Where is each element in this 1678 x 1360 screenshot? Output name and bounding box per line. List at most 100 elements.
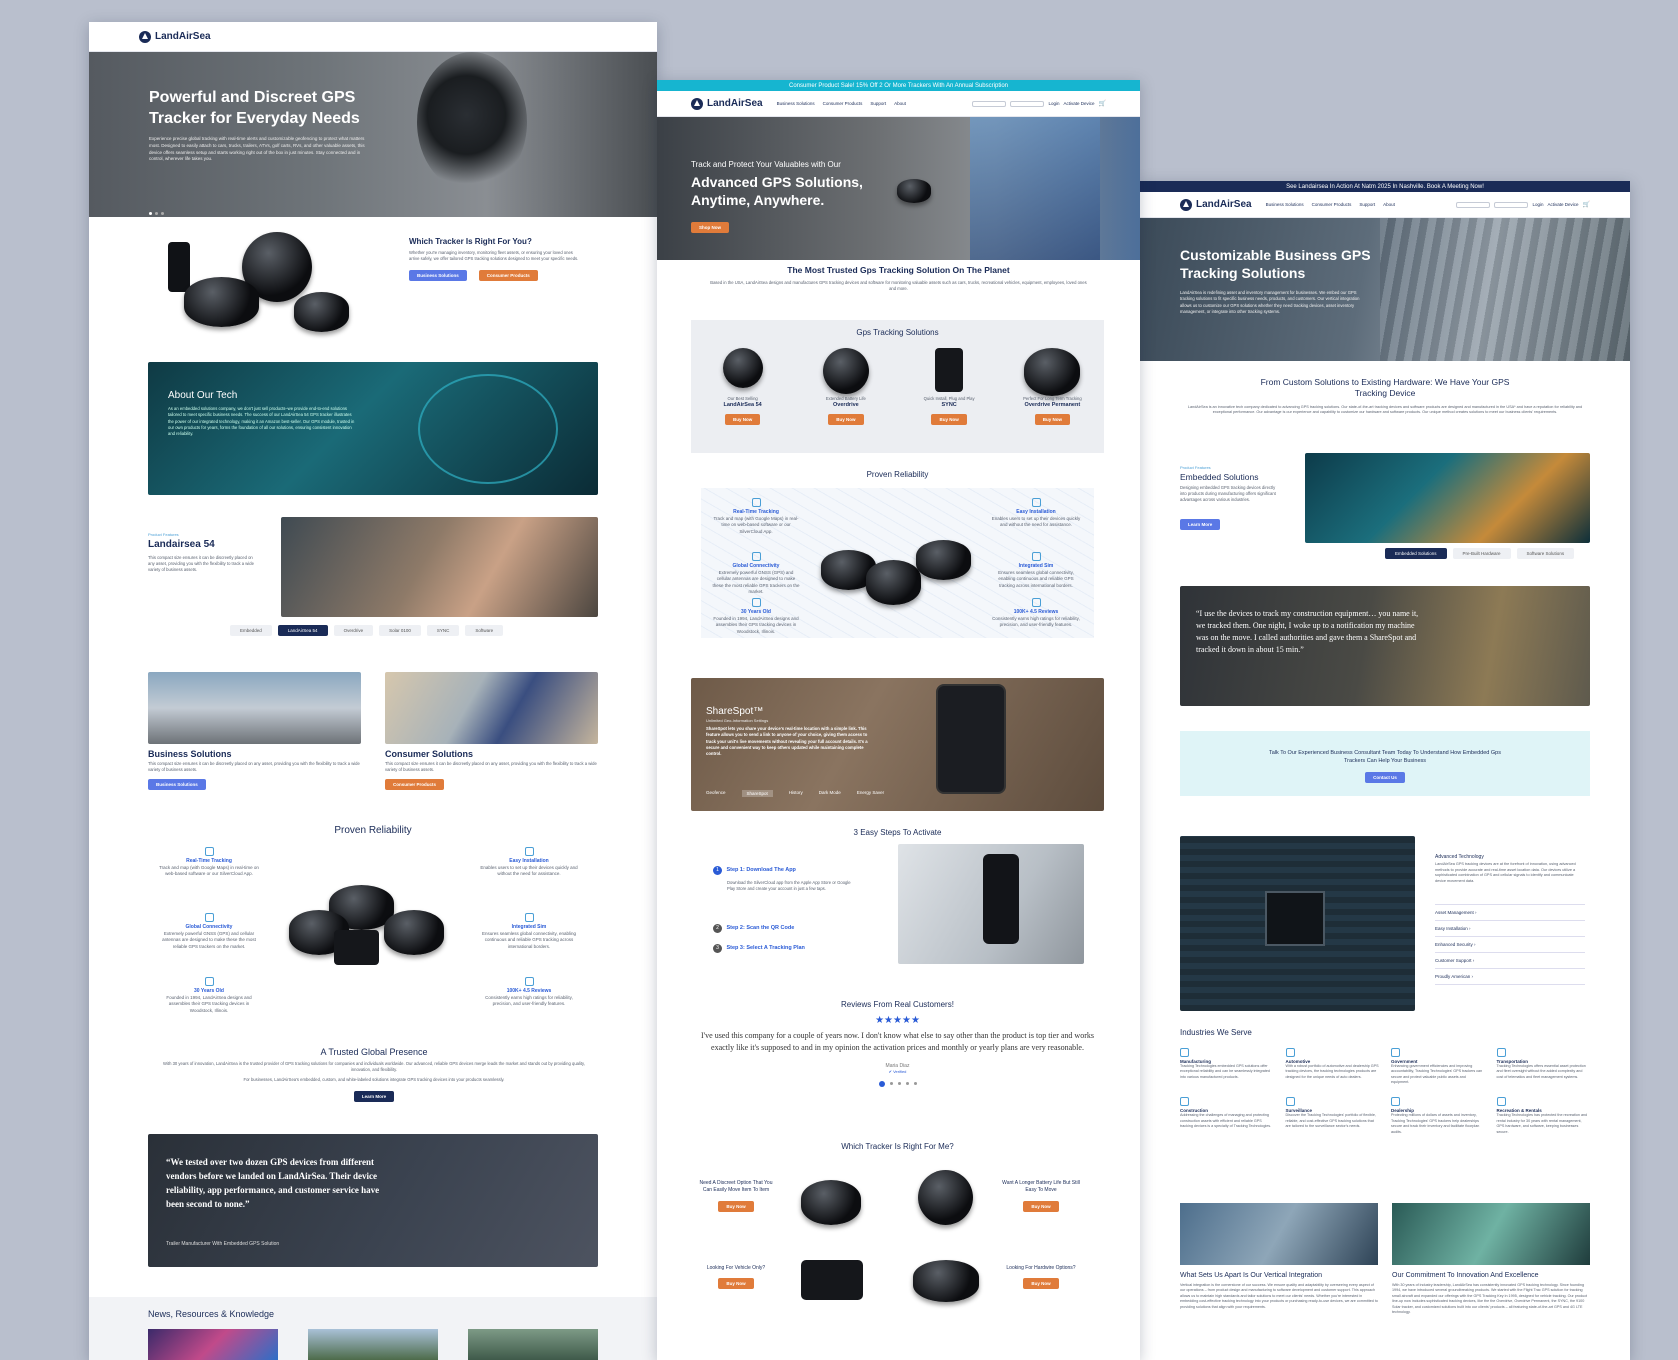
buy-permanent-button[interactable]: Buy Now	[1034, 414, 1070, 426]
buy-sync-button[interactable]: Buy Now	[931, 414, 967, 426]
sharespot-tab-geofence[interactable]: Geofence	[706, 790, 726, 797]
product-tab-software[interactable]: Software	[465, 625, 504, 636]
p3-nav-support[interactable]: Support	[1359, 202, 1375, 207]
p3-hero-body: LandAirSea is redefining asset and inven…	[1180, 290, 1360, 314]
product-tab-overdrive[interactable]: Overdrive	[333, 625, 374, 636]
feature-real-time-tracking: Real-Time Tracking Track and map (with Go…	[159, 847, 259, 878]
buy-ls54-button[interactable]: Buy Now	[724, 414, 761, 426]
learn-more-button[interactable]: Learn More	[353, 1091, 395, 1103]
discreet-buy-button[interactable]: Buy Now	[718, 1200, 754, 1212]
product-features-section: Product Features Landairsea 54 This comp…	[148, 517, 598, 637]
news-title: News, Resources & Knowledge	[148, 1309, 275, 1319]
industry-surveillance[interactable]: Surveillance Discover the Tracking Techno…	[1285, 1097, 1380, 1134]
rating-stars: ★★★★★	[875, 1015, 920, 1026]
nav-business[interactable]: Business Solutions	[777, 101, 815, 106]
battery-buy-button[interactable]: Buy Now	[1023, 1200, 1059, 1212]
hero-puck-image	[897, 179, 931, 203]
apart-title: What Sets Us Apart Is Our Vertical Integ…	[1180, 1272, 1323, 1279]
p3-event-banner[interactable]: See Landairsea In Action At Natm 2025 In…	[1140, 181, 1630, 192]
p2-navbar: LandAirSea Business Solutions Consumer P…	[657, 91, 1140, 117]
news-card-2-image[interactable]	[308, 1329, 438, 1360]
industry-transportation[interactable]: Transportation Tracking Technologies offe…	[1496, 1048, 1591, 1085]
sharespot-tab-energy[interactable]: Energy Saver	[857, 790, 884, 797]
hero-carousel-dots[interactable]	[149, 212, 164, 215]
p2-promo-banner[interactable]: Consumer Product Sale! 15% Off 2 Or More…	[657, 80, 1140, 91]
p2-feature-sim: Integrated Sim Ensures seamless global co…	[991, 552, 1081, 589]
p2-zip-input[interactable]	[1010, 100, 1045, 107]
product-tab-landairsea54[interactable]: LandAirSea 54	[277, 625, 328, 636]
industry-government[interactable]: Government Enhancing government efficienc…	[1391, 1048, 1485, 1085]
p3-search-input[interactable]	[1456, 201, 1491, 208]
accordion-proudly-american[interactable]: Proudly American ›	[1435, 968, 1585, 985]
embedded-title: Embedded Solutions	[1180, 472, 1259, 482]
p2-search-input[interactable]	[972, 100, 1007, 107]
industry-automotive[interactable]: Automotive With a robust portfolio of aut…	[1285, 1048, 1380, 1085]
accordion-easy-installation[interactable]: Easy Installation ›	[1435, 920, 1585, 936]
p1-logo[interactable]: LandAirSea	[139, 30, 211, 43]
vehicle-buy-button[interactable]: Buy Now	[718, 1278, 754, 1290]
p2-logo[interactable]: LandAirSea	[691, 97, 763, 110]
sharespot-tab-dark-mode[interactable]: Dark Mode	[819, 790, 841, 797]
p3-nav-business[interactable]: Business Solutions	[1266, 202, 1304, 207]
business-solutions-button[interactable]: Business Solutions	[409, 270, 467, 282]
consumer-card-button[interactable]: Consumer Products	[385, 779, 445, 791]
business-card-button[interactable]: Business Solutions	[148, 779, 206, 791]
verified-badge: ✔ Verified	[888, 1068, 907, 1074]
commit-body: With 30 years of industry leadership, La…	[1392, 1283, 1588, 1314]
step-1[interactable]: 1 Step 1: Download The App Download the …	[713, 858, 853, 892]
accordion-enhanced-security[interactable]: Enhanced Security ›	[1435, 936, 1585, 952]
product-tab-embedded[interactable]: Embedded	[230, 625, 272, 636]
news-card-1-image[interactable]	[148, 1329, 278, 1360]
tab-embedded-solutions[interactable]: Embedded Solutions	[1385, 548, 1447, 559]
hardwire-buy-button[interactable]: Buy Now	[1023, 1278, 1059, 1290]
p3-testimonial-banner: “I use the devices to track my construct…	[1180, 586, 1590, 706]
p3-nav-login[interactable]: Login	[1532, 202, 1543, 207]
product-tab-solar[interactable]: Solar 0100	[379, 625, 421, 636]
contact-us-button[interactable]: Contact Us	[1365, 771, 1405, 783]
consumer-products-button[interactable]: Consumer Products	[478, 270, 538, 282]
step-2-title: Step 2: Scan the QR Code	[726, 925, 795, 931]
news-card-3-image[interactable]	[468, 1329, 598, 1360]
accordion-customer-support[interactable]: Customer Support ›	[1435, 952, 1585, 968]
embedded-learn-more-button[interactable]: Learn More	[1180, 519, 1221, 530]
p2-feature-real-time: Real-Time Tracking Track and map (with Go…	[711, 498, 801, 535]
step-2[interactable]: 2 Step 2: Scan the QR Code	[713, 916, 853, 934]
p1-reliability-title: Proven Reliability	[334, 825, 412, 836]
sharespot-tab-history[interactable]: History	[789, 790, 803, 797]
p3-logo[interactable]: LandAirSea	[1180, 198, 1252, 211]
option-hardwire: Looking For Hardwire Options? Buy Now	[1001, 1265, 1081, 1290]
buy-overdrive-button[interactable]: Buy Now	[828, 414, 864, 426]
cart-icon[interactable]: 🛒	[1583, 201, 1590, 208]
consult-text: Talk To Our Experienced Business Consult…	[1269, 750, 1501, 765]
nav-about[interactable]: About	[894, 101, 906, 106]
nav-login[interactable]: Login	[1048, 101, 1059, 106]
industry-manufacturing[interactable]: Manufacturing Tracking Technologies embed…	[1180, 1048, 1274, 1085]
p3-zip-input[interactable]	[1494, 201, 1529, 208]
industry-recreation[interactable]: Recreation & Rentals Tracking Technologie…	[1496, 1097, 1591, 1134]
gps-item-overdrive: Extended Battery Life Overdrive Buy Now	[801, 348, 891, 426]
feature-easy-installation: Easy Installation Enables users to set up…	[479, 847, 579, 878]
nav-support[interactable]: Support	[870, 101, 886, 106]
embedded-tabs: Embedded Solutions Pre-Built Hardware So…	[1385, 548, 1575, 559]
p3-nav-about[interactable]: About	[1383, 202, 1395, 207]
shop-now-button[interactable]: Shop Now	[691, 222, 729, 233]
cart-icon[interactable]: 🛒	[1099, 100, 1106, 107]
nav-consumer[interactable]: Consumer Products	[823, 101, 863, 106]
step-3[interactable]: 3 Step 3: Select A Tracking Plan	[713, 936, 853, 954]
product-tab-sync[interactable]: SYNC	[426, 625, 460, 636]
feature-integrated-sim: Integrated Sim Ensures seamless global co…	[479, 913, 579, 950]
tab-pre-built-hardware[interactable]: Pre-Built Hardware	[1452, 548, 1511, 559]
tab-software-solutions[interactable]: Software Solutions	[1516, 548, 1575, 559]
sharespot-tab-sharespot[interactable]: ShareSpot	[741, 790, 773, 797]
p3-nav-consumer[interactable]: Consumer Products	[1312, 202, 1352, 207]
industry-dealership[interactable]: Dealership Protecting millions of dollars…	[1391, 1097, 1485, 1134]
p3-nav-activate[interactable]: Activate Device	[1548, 202, 1579, 207]
accordion-asset-management[interactable]: Asset Management ›	[1435, 904, 1585, 920]
p2-feature-global: Global Connectivity Extremely powerful GN…	[711, 552, 801, 595]
storefront-icon	[1391, 1097, 1400, 1107]
factory-icon	[1180, 1048, 1189, 1057]
industry-construction[interactable]: Construction Addressing the challenges of…	[1180, 1097, 1274, 1134]
review-carousel-dots[interactable]	[691, 1080, 1104, 1087]
solutions-cards: Business Solutions This compact size ens…	[148, 672, 598, 802]
nav-activate[interactable]: Activate Device	[1064, 101, 1095, 106]
